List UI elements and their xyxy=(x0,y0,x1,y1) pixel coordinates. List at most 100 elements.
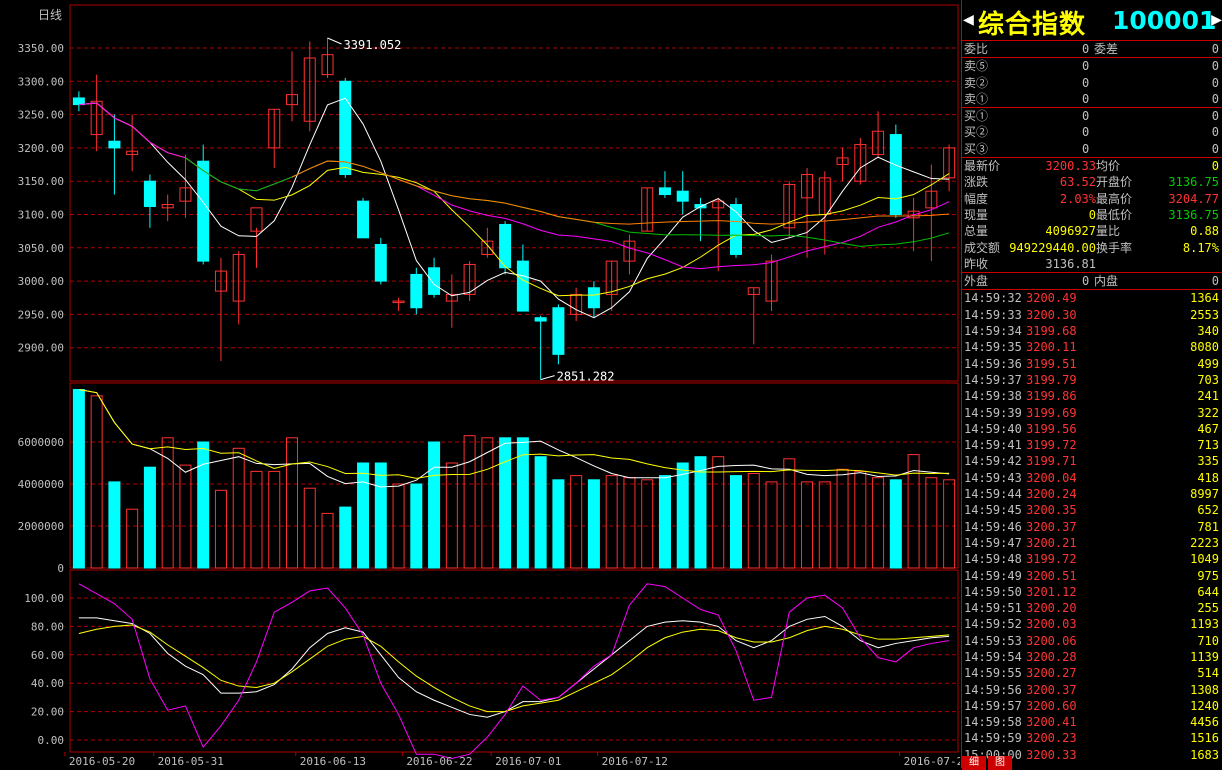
buy-order-row: 买③ 0 0 xyxy=(962,141,1222,157)
candle-body xyxy=(357,200,370,239)
tick-price: 3200.04 xyxy=(1026,470,1077,485)
volume-bar xyxy=(481,437,494,569)
order-volume: 0 xyxy=(1211,141,1219,156)
tick-volume: 467 xyxy=(1197,421,1219,436)
stat-value: 3204.77 xyxy=(1168,191,1219,206)
tick-row: 14:59:57 3200.60 1240 xyxy=(962,698,1222,714)
stat-value: 3136.81 xyxy=(1045,256,1096,271)
tick-volume: 322 xyxy=(1197,405,1219,420)
tick-volume: 2223 xyxy=(1190,535,1219,550)
tick-row: 14:59:32 3200.49 1364 xyxy=(962,290,1222,306)
stat-row: 现量 0 最低价 3136.75 xyxy=(962,207,1222,223)
tick-time: 14:59:40 xyxy=(964,421,1022,436)
price-ytick-label: 3250.00 xyxy=(18,109,64,122)
order-price: 0 xyxy=(1082,91,1090,106)
volume-bar xyxy=(570,475,583,569)
candle-body xyxy=(72,97,85,106)
index-name: 综合指数 xyxy=(978,10,1087,40)
volume-bar xyxy=(623,477,636,569)
volume-bar xyxy=(658,475,671,569)
high-label: 3391.052 xyxy=(344,38,402,52)
high-pointer xyxy=(327,37,342,45)
waipan-label: 外盘 xyxy=(964,274,989,289)
sell-order-row: 卖① 0 0 xyxy=(962,91,1222,107)
volume-bar xyxy=(730,475,742,569)
volume-bar xyxy=(676,462,689,569)
stat-value: 4096927 xyxy=(1045,224,1096,239)
tick-price: 3200.06 xyxy=(1026,633,1077,648)
volume-bar xyxy=(587,479,600,569)
volume-bar xyxy=(374,462,387,569)
tick-row: 14:59:35 3200.11 8080 xyxy=(962,339,1222,355)
candle-body xyxy=(534,317,547,322)
volume-bar xyxy=(126,508,139,569)
tick-time: 14:59:45 xyxy=(964,503,1022,518)
tick-time: 14:59:41 xyxy=(964,438,1022,453)
volume-bar xyxy=(943,479,956,569)
ma10-line xyxy=(78,102,950,297)
tick-time: 14:59:51 xyxy=(964,601,1022,616)
tick-volume: 1308 xyxy=(1190,682,1219,697)
stat-label: 昨收 xyxy=(964,256,989,271)
tick-time: 14:59:36 xyxy=(964,356,1022,371)
volume-bar xyxy=(783,458,796,569)
volume-bar xyxy=(747,473,760,569)
tick-price: 3200.49 xyxy=(1026,291,1077,306)
tick-row: 14:59:49 3200.51 975 xyxy=(962,568,1222,584)
tick-time: 14:59:58 xyxy=(964,715,1022,730)
volume-bar xyxy=(854,470,867,569)
tick-time: 14:59:44 xyxy=(964,487,1022,502)
price-ytick-label: 2950.00 xyxy=(18,308,64,321)
tick-volume: 713 xyxy=(1197,438,1219,453)
tick-volume: 8080 xyxy=(1190,340,1219,355)
stat-row: 最新价 3200.33 均价 0 xyxy=(962,158,1222,174)
stat-label: 幅度 xyxy=(964,191,989,206)
volume-bar xyxy=(108,481,121,569)
prev-arrow-icon[interactable]: ◀ xyxy=(963,9,974,30)
tick-volume: 1364 xyxy=(1190,291,1219,306)
tick-price: 3200.41 xyxy=(1026,715,1077,730)
tick-time: 14:59:59 xyxy=(964,731,1022,746)
tick-volume: 241 xyxy=(1197,389,1219,404)
tick-volume: 514 xyxy=(1197,666,1219,681)
volume-bar xyxy=(605,475,618,569)
tick-price: 3200.35 xyxy=(1026,503,1077,518)
tick-price: 3200.20 xyxy=(1026,601,1077,616)
tick-time: 14:59:47 xyxy=(964,535,1022,550)
tick-row: 14:59:54 3200.28 1139 xyxy=(962,649,1222,665)
tick-row: 14:59:33 3200.30 2553 xyxy=(962,307,1222,323)
stat-row: 昨收 3136.81 xyxy=(962,256,1222,272)
x-axis-label: 2016-05-31 xyxy=(158,755,224,768)
tick-list[interactable]: 14:59:32 3200.49 1364 14:59:33 3200.30 2553 14… xyxy=(962,290,1222,763)
tick-volume: 4456 xyxy=(1190,715,1219,730)
tick-time: 14:59:46 xyxy=(964,519,1022,534)
order-price: 0 xyxy=(1082,109,1090,124)
price-ytick-label: 3350.00 xyxy=(18,42,64,55)
candle-body xyxy=(108,140,121,149)
volume-bar xyxy=(818,481,831,569)
x-axis-label: 2016-06-22 xyxy=(406,755,472,768)
tick-time: 14:59:33 xyxy=(964,307,1022,322)
tick-time: 14:59:49 xyxy=(964,568,1022,583)
next-arrow-icon[interactable]: ▶ xyxy=(1211,9,1222,30)
tick-row: 14:59:39 3199.69 322 xyxy=(962,405,1222,421)
tick-price: 3200.23 xyxy=(1026,731,1077,746)
kline-chart[interactable]: 3350.00 3300.00 3250.00 3200.00 3150.00 3100.… xyxy=(0,0,960,768)
tick-row: 14:59:36 3199.51 499 xyxy=(962,356,1222,372)
tick-row: 14:59:41 3199.72 713 xyxy=(962,437,1222,453)
tick-time: 14:59:39 xyxy=(964,405,1022,420)
tick-row: 14:59:50 3201.12 644 xyxy=(962,584,1222,600)
tick-volume: 2553 xyxy=(1190,307,1219,322)
weibi-label: 委比 xyxy=(964,42,989,56)
volume-bar xyxy=(268,470,281,569)
tick-row: 14:59:58 3200.41 4456 xyxy=(962,714,1222,730)
tick-time: 14:59:48 xyxy=(964,552,1022,567)
volume-bar xyxy=(801,481,814,569)
tick-price: 3200.37 xyxy=(1026,682,1077,697)
order-label: 买③ xyxy=(964,141,989,156)
tick-volume: 975 xyxy=(1197,568,1219,583)
candle-body xyxy=(658,187,671,196)
kdj-ytick-label: 60.00 xyxy=(31,649,64,662)
candle-body xyxy=(428,267,441,295)
price-ytick-label: 3100.00 xyxy=(18,209,64,222)
